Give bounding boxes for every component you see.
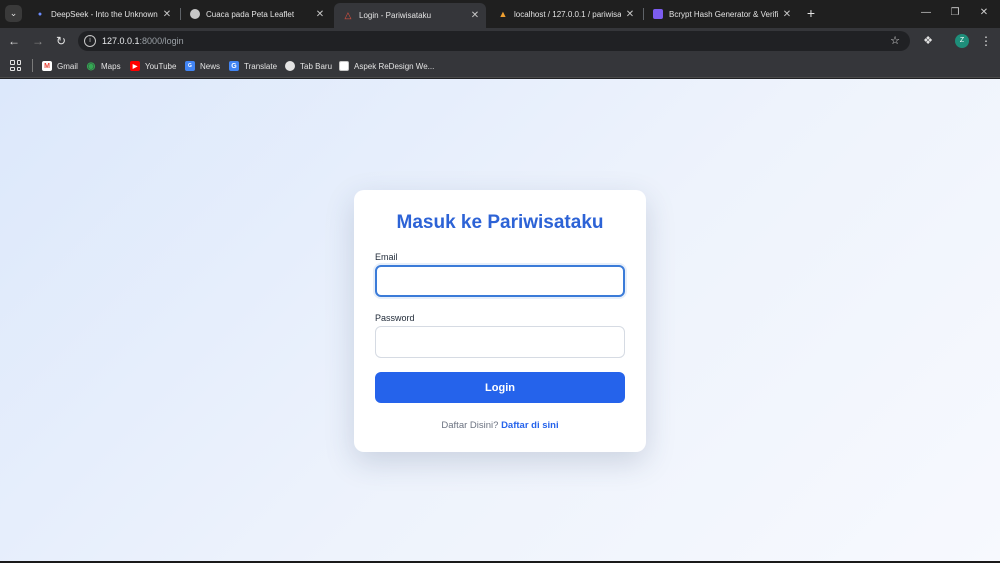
news-icon: G xyxy=(185,61,195,71)
page-content: Masuk ke Pariwisataku Email Password Log… xyxy=(0,79,1000,563)
phpmyadmin-icon: ▲ xyxy=(498,9,508,19)
bookmark-label: Maps xyxy=(101,61,121,71)
bookmark-news[interactable]: G News xyxy=(185,59,220,73)
bookmarks-bar: M Gmail ◉ Maps ▶ YouTube G News G Transl… xyxy=(0,54,1000,78)
tab-deepseek[interactable]: ● DeepSeek - Into the Unknown ✕ xyxy=(26,4,178,24)
tab-title: Bcrypt Hash Generator & Verifie xyxy=(669,9,778,19)
profile-avatar[interactable]: Z xyxy=(955,34,969,48)
restore-icon[interactable]: ❐ xyxy=(948,5,962,21)
tab-cuaca[interactable]: Cuaca pada Peta Leaflet ✕ xyxy=(181,4,331,24)
bookmark-maps[interactable]: ◉ Maps xyxy=(86,59,121,73)
close-icon[interactable]: ✕ xyxy=(470,10,480,21)
reload-icon[interactable]: ↻ xyxy=(53,33,69,49)
new-tab-button[interactable]: + xyxy=(804,5,818,21)
tab-title: localhost / 127.0.0.1 / pariwisat xyxy=(514,9,621,19)
email-label: Email xyxy=(375,252,398,262)
tab-title: DeepSeek - Into the Unknown xyxy=(51,9,158,19)
back-icon[interactable]: ← xyxy=(6,33,22,49)
close-icon[interactable]: ✕ xyxy=(782,9,792,20)
doc-icon xyxy=(339,61,349,71)
tab-phpmyadmin[interactable]: ▲ localhost / 127.0.0.1 / pariwisat ✕ xyxy=(489,4,641,24)
gmail-icon: M xyxy=(42,61,52,71)
bookmark-translate[interactable]: G Translate xyxy=(229,59,277,73)
bookmark-label: News xyxy=(200,61,221,71)
bookmark-tab-baru[interactable]: Tab Baru xyxy=(285,59,332,73)
site-info-icon[interactable]: i xyxy=(84,35,96,47)
bookmark-label: Translate xyxy=(244,61,278,71)
tab-search-button[interactable]: ⌄ xyxy=(5,5,22,22)
address-bar[interactable]: i 127.0.0.1:8000/login ☆ xyxy=(78,31,910,51)
minimize-icon[interactable]: — xyxy=(919,5,933,21)
close-icon[interactable]: ✕ xyxy=(315,9,325,20)
deepseek-whale-icon: ● xyxy=(37,10,43,18)
maps-icon: ◉ xyxy=(86,60,96,72)
globe-icon xyxy=(190,9,200,19)
login-button[interactable]: Login xyxy=(375,372,625,403)
bookmark-label: Aspek ReDesign We... xyxy=(354,61,435,71)
register-prompt-text: Daftar Disini? xyxy=(441,420,499,431)
bookmark-star-icon[interactable]: ☆ xyxy=(888,34,902,48)
tab-bcrypt[interactable]: Bcrypt Hash Generator & Verifie ✕ xyxy=(644,4,798,24)
browser-toolbar: ← → ↻ i 127.0.0.1:8000/login ☆ ❖ Z ⋮ xyxy=(0,28,1000,54)
youtube-icon: ▶ xyxy=(130,61,140,71)
laravel-icon: △ xyxy=(344,10,352,20)
register-link[interactable]: Daftar di sini xyxy=(501,420,559,431)
tab-title: Login - Pariwisataku xyxy=(359,11,432,20)
bookmark-label: YouTube xyxy=(145,61,177,71)
bookmark-label: Tab Baru xyxy=(300,61,333,71)
url-host: 127.0.0.1 xyxy=(102,36,140,46)
menu-icon[interactable]: ⋮ xyxy=(980,33,992,49)
globe-icon xyxy=(285,61,295,71)
translate-icon: G xyxy=(229,61,239,71)
close-icon[interactable]: ✕ xyxy=(162,9,172,20)
bookmark-youtube[interactable]: ▶ YouTube xyxy=(130,59,176,73)
apps-grid-icon[interactable] xyxy=(10,60,21,71)
login-title: Masuk ke Pariwisataku xyxy=(396,212,604,233)
bookmark-label: Gmail xyxy=(57,61,78,71)
bookmark-aspek-redesign[interactable]: Aspek ReDesign We... xyxy=(339,59,434,73)
forward-icon[interactable]: → xyxy=(30,33,46,49)
bookmark-gmail[interactable]: M Gmail xyxy=(42,59,78,73)
close-icon[interactable]: ✕ xyxy=(625,9,635,20)
url-text[interactable]: 127.0.0.1:8000/login xyxy=(102,36,184,46)
register-prompt: Daftar Disini? Daftar di sini xyxy=(354,420,646,431)
url-path: :8000/login xyxy=(139,36,184,46)
bcrypt-icon xyxy=(653,9,663,19)
login-card: Masuk ke Pariwisataku Email Password Log… xyxy=(354,190,646,452)
tab-login[interactable]: △ Login - Pariwisataku ✕ xyxy=(334,3,486,28)
tab-title: Cuaca pada Peta Leaflet xyxy=(206,9,295,19)
close-window-icon[interactable]: ✕ xyxy=(977,5,991,21)
email-field[interactable] xyxy=(375,265,625,297)
extensions-icon[interactable]: ❖ xyxy=(920,33,936,49)
bookmarks-divider xyxy=(32,59,33,72)
password-field[interactable] xyxy=(375,326,625,358)
chevron-down-icon: ⌄ xyxy=(9,8,18,18)
tab-strip: ⌄ ● DeepSeek - Into the Unknown ✕ Cuaca … xyxy=(0,0,1000,28)
password-label: Password xyxy=(375,313,415,323)
